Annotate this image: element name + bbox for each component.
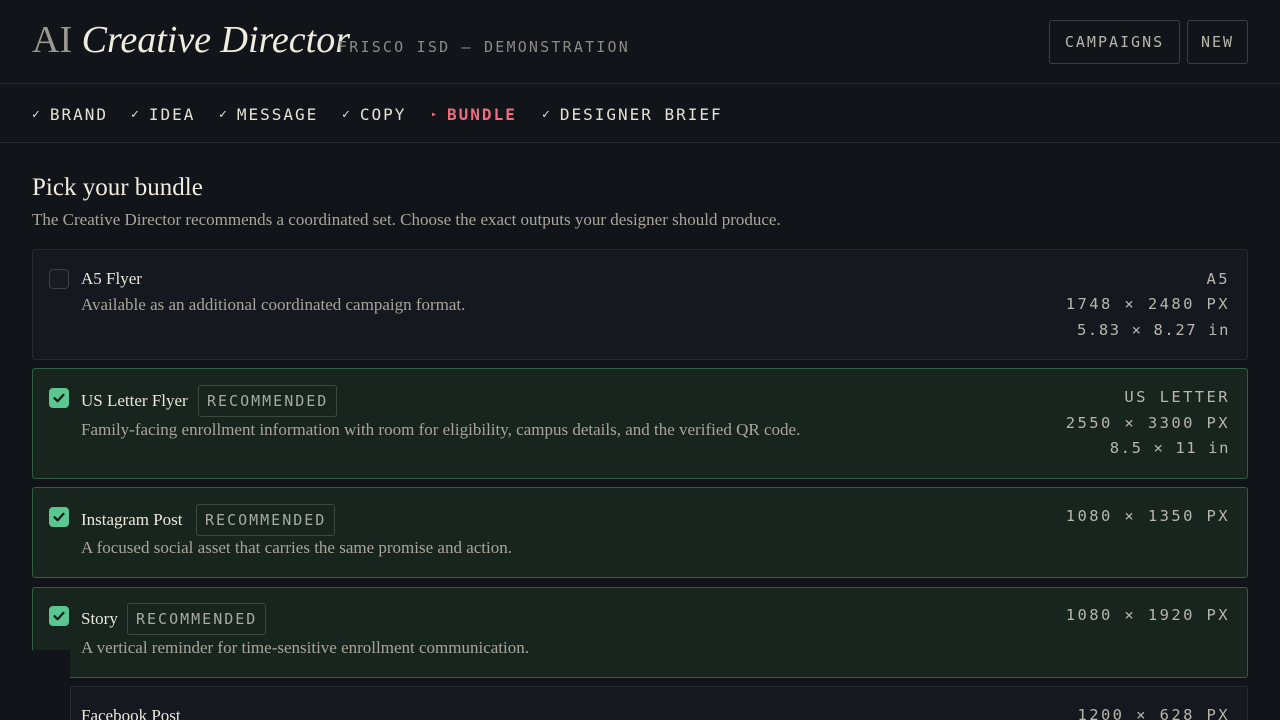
- format-spec-name: US LETTER: [1124, 388, 1230, 406]
- format-card-us-letter-flyer[interactable]: US Letter Flyer RECOMMENDED Family-facin…: [32, 368, 1248, 479]
- check-icon: ✓: [542, 106, 552, 122]
- step-label: COPY: [359, 104, 407, 124]
- format-card-facebook-post[interactable]: Facebook Post 1200 × 628 PX: [70, 686, 1248, 720]
- brand-ai: AI: [32, 19, 73, 61]
- check-icon: ✓: [342, 106, 352, 122]
- format-spec-inches: 8.5 × 11 in: [1109, 439, 1230, 457]
- format-spec-pixels: 2550 × 3300 PX: [1065, 414, 1230, 432]
- brand-name: Creative Director: [81, 19, 351, 61]
- format-card-story[interactable]: Story RECOMMENDED A vertical reminder fo…: [32, 587, 1248, 678]
- campaigns-button[interactable]: CAMPAIGNS: [1049, 20, 1180, 64]
- new-button[interactable]: NEW: [1187, 20, 1248, 64]
- format-description: A vertical reminder for time-sensitive e…: [81, 638, 530, 657]
- app-header: AI Creative Director FRISCO ISD — DEMONS…: [0, 0, 1280, 84]
- check-icon: ✓: [32, 106, 42, 122]
- format-spec-pixels: 1748 × 2480 PX: [1065, 295, 1230, 313]
- check-icon: ✓: [219, 106, 229, 122]
- play-arrow-icon: ▸: [431, 108, 440, 120]
- format-name: Instagram Post: [81, 510, 183, 529]
- step-label: IDEA: [148, 104, 196, 124]
- step-bundle[interactable]: ▸ BUNDLE: [431, 103, 517, 125]
- step-label: DESIGNER BRIEF: [559, 104, 723, 124]
- step-idea[interactable]: ✓ IDEA: [131, 103, 195, 125]
- step-designer-brief[interactable]: ✓ DESIGNER BRIEF: [542, 103, 723, 125]
- format-checkbox[interactable]: [49, 606, 69, 626]
- format-name: US Letter Flyer: [81, 391, 188, 410]
- app-logo: AI Creative Director: [32, 18, 350, 62]
- format-name: Facebook Post: [81, 706, 181, 720]
- format-checkbox[interactable]: [49, 507, 69, 527]
- page-title: Pick your bundle: [32, 174, 203, 201]
- recommended-badge: RECOMMENDED: [127, 603, 267, 635]
- checkmark-icon: [53, 512, 65, 522]
- recommended-badge: RECOMMENDED: [198, 385, 338, 417]
- format-card-a5-flyer[interactable]: A5 Flyer Available as an additional coor…: [32, 249, 1248, 360]
- step-copy[interactable]: ✓ COPY: [342, 103, 406, 125]
- format-name: A5 Flyer: [81, 269, 142, 288]
- step-brand[interactable]: ✓ BRAND: [32, 103, 108, 125]
- step-message[interactable]: ✓ MESSAGE: [219, 103, 318, 125]
- left-gutter: [0, 650, 70, 720]
- format-spec-pixels: 1080 × 1920 PX: [1065, 606, 1230, 624]
- checkmark-icon: [53, 611, 65, 621]
- format-spec-pixels: 1080 × 1350 PX: [1065, 507, 1230, 525]
- organization-subtitle: FRISCO ISD — DEMONSTRATION: [338, 38, 630, 56]
- format-checkbox[interactable]: [49, 388, 69, 408]
- format-description: A focused social asset that carries the …: [81, 538, 512, 557]
- recommended-badge: RECOMMENDED: [196, 504, 336, 536]
- format-card-instagram-post[interactable]: Instagram Post RECOMMENDED A focused soc…: [32, 487, 1248, 578]
- format-spec-inches: 5.83 × 8.27 in: [1076, 321, 1230, 339]
- format-description: Family-facing enrollment information wit…: [81, 420, 801, 439]
- step-label: MESSAGE: [236, 104, 319, 124]
- checkmark-icon: [53, 393, 65, 403]
- format-spec-name: A5: [1206, 270, 1230, 288]
- step-label: BRAND: [49, 104, 108, 124]
- format-checkbox[interactable]: [49, 269, 69, 289]
- page-description: The Creative Director recommends a coord…: [32, 210, 781, 229]
- check-icon: ✓: [131, 106, 141, 122]
- format-spec-pixels: 1200 × 628 PX: [1077, 706, 1230, 720]
- workflow-steps: ✓ BRAND ✓ IDEA ✓ MESSAGE ✓ COPY ▸ BUNDLE…: [0, 84, 1280, 143]
- step-label: BUNDLE: [447, 104, 517, 124]
- format-name: Story: [81, 609, 118, 628]
- format-description: Available as an additional coordinated c…: [81, 295, 466, 314]
